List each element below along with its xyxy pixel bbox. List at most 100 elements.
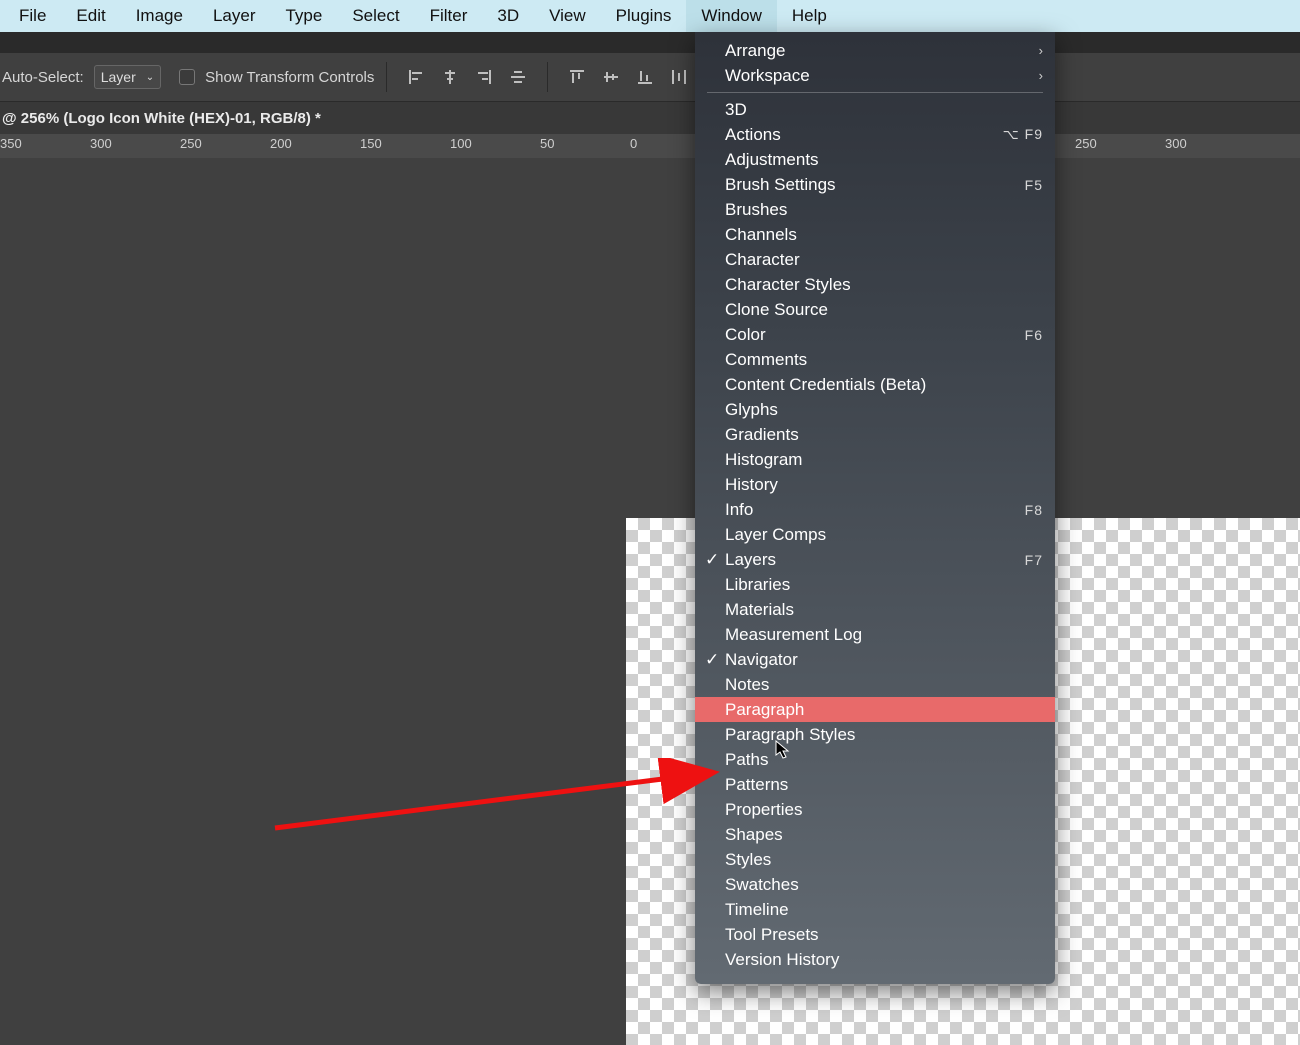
chevron-right-icon: › (1039, 68, 1043, 83)
align-horizontal-centers-button[interactable] (436, 63, 464, 91)
chevron-down-icon: ⌄ (146, 72, 154, 83)
menu-item-label: Info (725, 500, 753, 520)
menu-view[interactable]: View (534, 0, 601, 32)
divider (547, 62, 548, 92)
menu-type[interactable]: Type (270, 0, 337, 32)
menu-shortcut: ⌥ F9 (1003, 126, 1043, 143)
checkbox-icon (179, 69, 195, 85)
window-menu-item-histogram[interactable]: Histogram (695, 447, 1055, 472)
align-stroke-button[interactable] (504, 63, 532, 91)
menu-item-label: Workspace (725, 66, 810, 86)
chevron-right-icon: › (1039, 43, 1043, 58)
menu-help[interactable]: Help (777, 0, 842, 32)
window-menu-item-adjustments[interactable]: Adjustments (695, 147, 1055, 172)
menu-item-label: Tool Presets (725, 925, 819, 945)
window-menu-item-clone-source[interactable]: Clone Source (695, 297, 1055, 322)
window-menu-item-notes[interactable]: Notes (695, 672, 1055, 697)
menu-separator (707, 92, 1043, 93)
menu-layer[interactable]: Layer (198, 0, 271, 32)
window-menu-item-version-history[interactable]: Version History (695, 947, 1055, 972)
menu-shortcut: F8 (1025, 502, 1043, 518)
auto-select-label: Auto-Select: (2, 69, 84, 86)
window-menu-item-character-styles[interactable]: Character Styles (695, 272, 1055, 297)
window-menu-item-glyphs[interactable]: Glyphs (695, 397, 1055, 422)
align-bottom-edges-button[interactable] (631, 63, 659, 91)
window-menu-item-arrange[interactable]: Arrange› (695, 38, 1055, 63)
window-menu-item-swatches[interactable]: Swatches (695, 872, 1055, 897)
ruler-tick: 150 (360, 136, 382, 151)
window-menu-item-color[interactable]: Color F6 (695, 322, 1055, 347)
options-bar: Auto-Select: Layer ⌄ Show Transform Cont… (0, 52, 1300, 102)
window-menu-item-layer-comps[interactable]: Layer Comps (695, 522, 1055, 547)
window-menu-item-brushes[interactable]: Brushes (695, 197, 1055, 222)
menu-filter[interactable]: Filter (415, 0, 483, 32)
menu-shortcut: F7 (1025, 552, 1043, 568)
auto-select-value: Layer (101, 69, 136, 85)
menu-shortcut: F6 (1025, 327, 1043, 343)
menu-item-label: Channels (725, 225, 797, 245)
menu-item-label: Brushes (725, 200, 787, 220)
auto-select-dropdown[interactable]: Layer ⌄ (94, 65, 161, 89)
menu-select[interactable]: Select (337, 0, 414, 32)
ruler-tick: 300 (90, 136, 112, 151)
align-right-edges-button[interactable] (470, 63, 498, 91)
window-menu-item-properties[interactable]: Properties (695, 797, 1055, 822)
menu-window[interactable]: Window (686, 0, 776, 32)
window-menu-item-patterns[interactable]: Patterns (695, 772, 1055, 797)
menu-item-label: Glyphs (725, 400, 778, 420)
window-menu-item-materials[interactable]: Materials (695, 597, 1055, 622)
menu-item-label: Paragraph (725, 700, 804, 720)
window-menu-item-history[interactable]: History (695, 472, 1055, 497)
document-tab[interactable]: @ 256% (Logo Icon White (HEX)-01, RGB/8)… (0, 102, 1300, 134)
align-top-edges-button[interactable] (563, 63, 591, 91)
window-menu-item-paragraph[interactable]: Paragraph (695, 697, 1055, 722)
window-menu-item-styles[interactable]: Styles (695, 847, 1055, 872)
menu-item-label: Notes (725, 675, 769, 695)
window-menu-item-paragraph-styles[interactable]: Paragraph Styles (695, 722, 1055, 747)
menu-image[interactable]: Image (121, 0, 198, 32)
window-menu-item-channels[interactable]: Channels (695, 222, 1055, 247)
window-menu-item-measurement-log[interactable]: Measurement Log (695, 622, 1055, 647)
menu-item-label: Comments (725, 350, 807, 370)
window-menu-item-character[interactable]: Character (695, 247, 1055, 272)
menu-edit[interactable]: Edit (61, 0, 120, 32)
window-menu-item-paths[interactable]: Paths (695, 747, 1055, 772)
ruler-tick: 100 (450, 136, 472, 151)
window-menu-item-content-credentials-beta-[interactable]: Content Credentials (Beta) (695, 372, 1055, 397)
menu-item-label: Swatches (725, 875, 799, 895)
window-menu-item-workspace[interactable]: Workspace › (695, 63, 1055, 88)
align-vertical-centers-button[interactable] (597, 63, 625, 91)
window-menu-item-comments[interactable]: Comments (695, 347, 1055, 372)
ruler-tick: 0 (630, 136, 637, 151)
window-menu-item-gradients[interactable]: Gradients (695, 422, 1055, 447)
window-menu-item-tool-presets[interactable]: Tool Presets (695, 922, 1055, 947)
menu-item-label: Layers (725, 550, 776, 570)
menu-item-label: Brush Settings (725, 175, 836, 195)
pasteboard (0, 158, 1300, 518)
menu-3d[interactable]: 3D (482, 0, 534, 32)
menu-item-label: Shapes (725, 825, 783, 845)
window-menu-item-navigator[interactable]: ✓Navigator (695, 647, 1055, 672)
distribute-button[interactable] (665, 63, 693, 91)
menu-plugins[interactable]: Plugins (601, 0, 687, 32)
window-menu-item-actions[interactable]: Actions⌥ F9 (695, 122, 1055, 147)
menu-item-label: Gradients (725, 425, 799, 445)
align-left-edges-button[interactable] (402, 63, 430, 91)
window-menu-item-layers[interactable]: ✓LayersF7 (695, 547, 1055, 572)
menu-file[interactable]: File (4, 0, 61, 32)
window-menu-item-shapes[interactable]: Shapes (695, 822, 1055, 847)
canvas-area[interactable] (0, 158, 1300, 1045)
window-menu-item-timeline[interactable]: Timeline (695, 897, 1055, 922)
menu-item-label: Paths (725, 750, 768, 770)
ruler-tick: 250 (1075, 136, 1097, 151)
divider (386, 62, 387, 92)
window-menu-item-brush-settings[interactable]: Brush SettingsF5 (695, 172, 1055, 197)
toolbar-gap (0, 32, 1300, 52)
show-transform-controls-toggle[interactable]: Show Transform Controls (179, 69, 374, 86)
window-menu-item-libraries[interactable]: Libraries (695, 572, 1055, 597)
window-menu-item-3d[interactable]: 3D (695, 97, 1055, 122)
menu-item-label: Layer Comps (725, 525, 826, 545)
menu-item-label: Paragraph Styles (725, 725, 855, 745)
menu-item-label: Color (725, 325, 766, 345)
window-menu-item-info[interactable]: Info F8 (695, 497, 1055, 522)
